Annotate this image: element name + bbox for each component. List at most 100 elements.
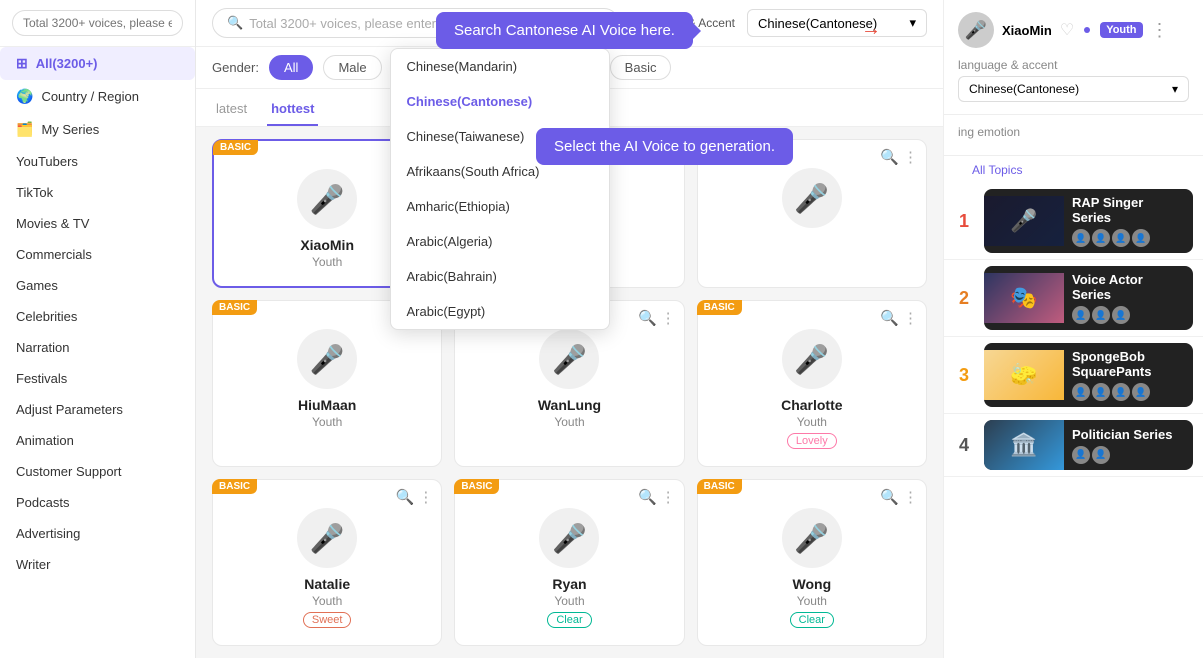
search-voice-icon[interactable]: 🔍 (638, 309, 657, 327)
series-avatars-actor: 👤 👤 👤 (1072, 306, 1185, 324)
sidebar-item-label: Adjust Parameters (16, 402, 123, 417)
gender-male-button[interactable]: Male (323, 55, 381, 80)
sidebar-item-adjust[interactable]: Adjust Parameters (0, 394, 195, 425)
more-options-icon[interactable]: ⋮ (661, 488, 676, 506)
search-voice-icon[interactable]: 🔍 (638, 488, 657, 506)
sidebar-item-celebrities[interactable]: Celebrities (0, 301, 195, 332)
series-avatar: 👤 (1072, 306, 1090, 324)
sidebar-item-animation[interactable]: Animation (0, 425, 195, 456)
more-options-icon[interactable]: ⋮ (903, 309, 918, 327)
series-info-politician: Politician Series 👤 👤 (1064, 421, 1193, 470)
voice-name: HiuMaan (298, 397, 356, 413)
more-options-icon[interactable]: ⋮ (903, 148, 918, 166)
series-title-sponge: SpongeBob SquarePants (1072, 349, 1185, 379)
voice-name: XiaoMin (300, 237, 354, 253)
gender-all-button[interactable]: All (269, 55, 313, 80)
sidebar-search-input[interactable] (12, 10, 183, 36)
arrow-icon: → (861, 18, 881, 41)
sidebar-item-tiktok[interactable]: TikTok (0, 177, 195, 208)
sidebar: ⊞ All(3200+) 🌍 Country / Region 🗂️ My Se… (0, 0, 196, 658)
series-title-rap: RAP Singer Series (1072, 195, 1185, 225)
voice-avatar: 🎤 (297, 169, 357, 229)
voice-avatar: 🎤 (539, 508, 599, 568)
more-options-icon[interactable]: ⋮ (903, 488, 918, 506)
voice-card-wong[interactable]: BASIC 🔍 ⋮ 🎤 Wong Youth Clear (697, 479, 927, 646)
more-options-icon[interactable]: ⋮ (661, 309, 676, 327)
voice-avatar: 🎤 (782, 508, 842, 568)
voice-avatar: 🎤 (782, 329, 842, 389)
sidebar-item-narration[interactable]: Narration (0, 332, 195, 363)
all-topics-container: All Topics (944, 156, 1203, 183)
user-badge: Youth (1100, 22, 1142, 38)
search-voice-icon[interactable]: 🔍 (396, 488, 415, 506)
series-item-3[interactable]: 3 🧽 SpongeBob SquarePants 👤 👤 👤 👤 (944, 337, 1203, 414)
badge-basic: BASIC (697, 300, 742, 315)
voice-card-charlotte[interactable]: BASIC 🔍 ⋮ 🎤 Charlotte Youth Lovely (697, 300, 927, 467)
sidebar-item-podcasts[interactable]: Podcasts (0, 487, 195, 518)
all-topics-button[interactable]: All Topics (958, 157, 1036, 183)
dropdown-item-cantonese[interactable]: Chinese(Cantonese) (391, 84, 609, 119)
voice-card-natalie[interactable]: BASIC 🔍 ⋮ 🎤 Natalie Youth Sweet (212, 479, 442, 646)
sidebar-item-label: Podcasts (16, 495, 69, 510)
search-voice-icon[interactable]: 🔍 (880, 309, 899, 327)
tier-basic-button[interactable]: Basic (610, 55, 672, 80)
search-voice-icon[interactable]: 🔍 (880, 148, 899, 166)
sidebar-item-movies[interactable]: Movies & TV (0, 208, 195, 239)
series-item-2[interactable]: 2 🎭 Voice Actor Series 👤 👤 👤 (944, 260, 1203, 337)
dropdown-item-arabic-bahrain[interactable]: Arabic(Bahrain) (391, 259, 609, 294)
voice-tag-clear: Clear (547, 612, 591, 628)
language-accent-dropdown[interactable]: Chinese(Cantonese) ▾ (747, 9, 927, 37)
sidebar-item-label: Writer (16, 557, 50, 572)
voice-name: Natalie (304, 576, 350, 592)
dropdown-item-arabic-egypt[interactable]: Arabic(Egypt) (391, 294, 609, 329)
globe-icon: 🌍 (16, 88, 33, 105)
sidebar-item-writer[interactable]: Writer (0, 549, 195, 580)
right-panel-lang-dropdown[interactable]: Chinese(Cantonese) ▾ (958, 76, 1189, 102)
sidebar-item-country[interactable]: 🌍 Country / Region (0, 80, 195, 113)
voice-name: Charlotte (781, 397, 842, 413)
tab-latest[interactable]: latest (212, 93, 251, 126)
heart-icon[interactable]: ♡ (1060, 20, 1074, 40)
sidebar-item-youtubers[interactable]: YouTubers (0, 146, 195, 177)
sidebar-item-commercials[interactable]: Commercials (0, 239, 195, 270)
series-avatar: 👤 (1092, 229, 1110, 247)
card-actions: 🔍 ⋮ (396, 488, 434, 506)
series-rank-1: 1 (954, 211, 974, 232)
folder-icon: 🗂️ (16, 121, 33, 138)
voice-tag-lovely: Lovely (787, 433, 837, 449)
series-item-4[interactable]: 4 🏛️ Politician Series 👤 👤 (944, 414, 1203, 477)
sidebar-item-label: YouTubers (16, 154, 78, 169)
series-avatar: 👤 (1132, 383, 1150, 401)
sidebar-item-advertising[interactable]: Advertising (0, 518, 195, 549)
sidebar-item-label: Animation (16, 433, 74, 448)
voice-tag-sweet: Sweet (303, 612, 352, 628)
series-avatars-sponge: 👤 👤 👤 👤 (1072, 383, 1185, 401)
series-item-1[interactable]: 1 🎤 RAP Singer Series 👤 👤 👤 👤 (944, 183, 1203, 260)
more-options-icon[interactable]: ⋮ (418, 488, 433, 506)
sidebar-item-all[interactable]: ⊞ All(3200+) (0, 47, 195, 80)
lang-accent-section-label: language & accent (958, 58, 1189, 72)
voice-card-ryan[interactable]: BASIC 🔍 ⋮ 🎤 Ryan Youth Clear (454, 479, 684, 646)
sidebar-item-games[interactable]: Games (0, 270, 195, 301)
series-info-sponge: SpongeBob SquarePants 👤 👤 👤 👤 (1064, 343, 1193, 407)
badge-basic: BASIC (213, 140, 258, 155)
more-options-icon[interactable]: ⋮ (1151, 20, 1169, 41)
gender-filter-label: Gender: (212, 60, 259, 75)
tab-hottest[interactable]: hottest (267, 93, 318, 126)
dropdown-item-arabic-algeria[interactable]: Arabic(Algeria) (391, 224, 609, 259)
sidebar-item-label: Commercials (16, 247, 92, 262)
series-rank-3: 3 (954, 365, 974, 386)
dropdown-item-mandarin[interactable]: Chinese(Mandarin) (391, 49, 609, 84)
sidebar-item-support[interactable]: Customer Support (0, 456, 195, 487)
sidebar-item-festivals[interactable]: Festivals (0, 363, 195, 394)
search-icon: 🔍 (227, 15, 243, 31)
sidebar-item-myseries[interactable]: 🗂️ My Series (0, 113, 195, 146)
series-avatar: 👤 (1112, 229, 1130, 247)
badge-basic: BASIC (212, 300, 257, 315)
voice-avatar: 🎤 (782, 168, 842, 228)
series-avatar: 👤 (1112, 306, 1130, 324)
emotion-label: ing emotion (958, 125, 1189, 139)
sidebar-item-label: Festivals (16, 371, 67, 386)
dropdown-item-amharic[interactable]: Amharic(Ethiopia) (391, 189, 609, 224)
search-voice-icon[interactable]: 🔍 (880, 488, 899, 506)
